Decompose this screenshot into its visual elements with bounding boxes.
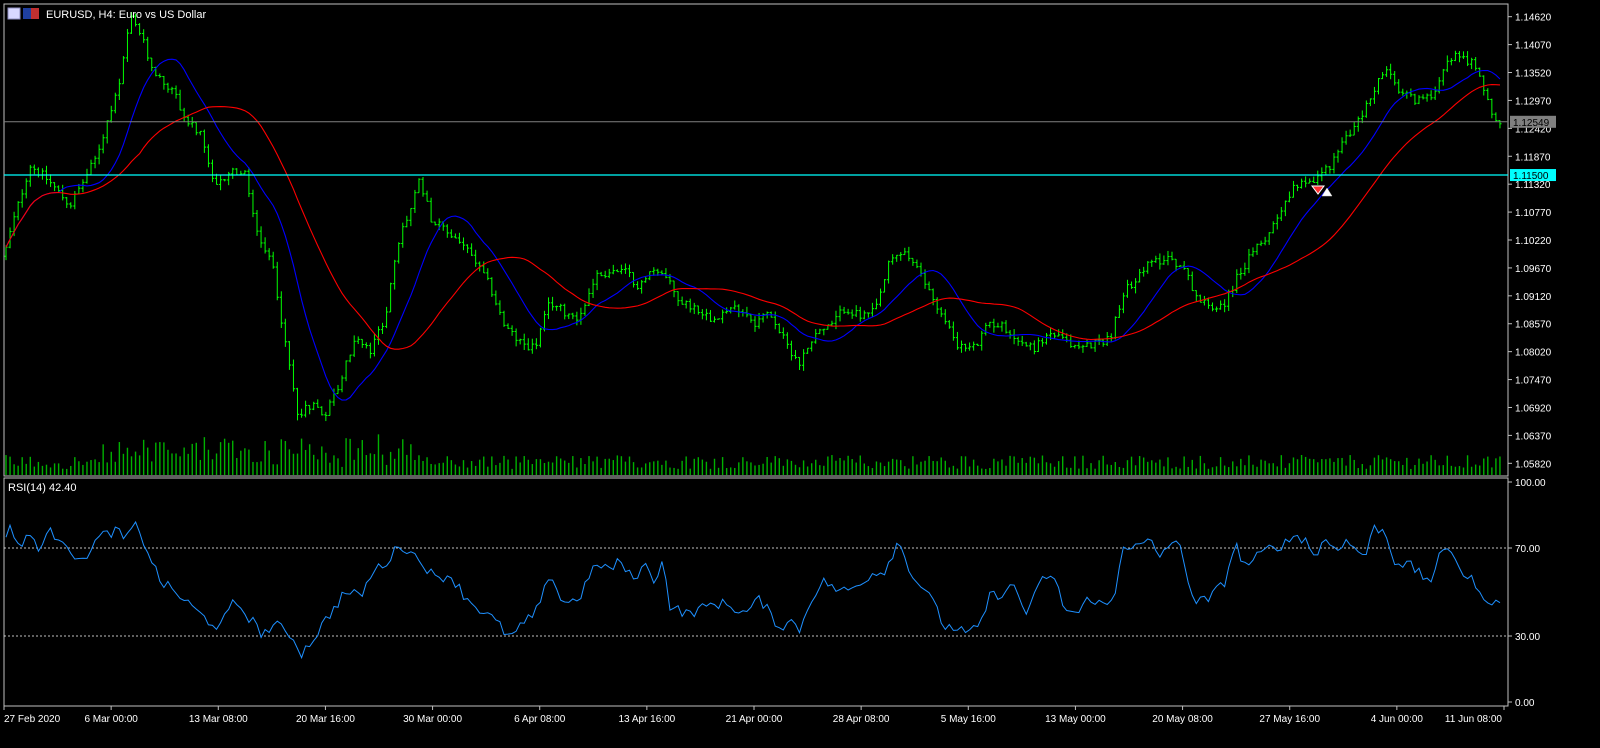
price-tick: 1.07470 xyxy=(1508,376,1552,387)
date-tick: 6 Apr 08:00 xyxy=(514,706,566,725)
price-tick-label: 1.10220 xyxy=(1515,236,1552,247)
date-tick: 27 May 16:00 xyxy=(1259,706,1320,725)
price-tick: 1.14070 xyxy=(1508,41,1552,52)
date-tick: 13 Apr 16:00 xyxy=(618,706,676,725)
date-tick-label: 27 May 16:00 xyxy=(1259,714,1320,725)
price-tick: 1.06920 xyxy=(1508,403,1552,414)
date-tick-label: 28 Apr 08:00 xyxy=(833,714,890,725)
support-level-tag: 1.11500 xyxy=(1510,169,1556,182)
price-tick-label: 1.05820 xyxy=(1515,459,1552,470)
date-tick-label: 20 Mar 16:00 xyxy=(296,714,355,725)
price-tick-label: 1.07470 xyxy=(1515,376,1552,387)
price-tick: 1.08020 xyxy=(1508,348,1552,359)
date-tick: 11 Jun 08:00 xyxy=(1445,706,1505,725)
price-tick-label: 1.14070 xyxy=(1515,41,1552,52)
date-tick: 13 May 00:00 xyxy=(1045,706,1106,725)
date-tick-label: 13 Apr 16:00 xyxy=(618,714,675,725)
price-tick-label: 1.09670 xyxy=(1515,264,1552,275)
current-price-tag: 1.12549 xyxy=(1510,115,1556,129)
price-tick-label: 1.10770 xyxy=(1515,208,1552,219)
rsi-tick-label: 70.00 xyxy=(1515,544,1540,555)
date-tick-label: 27 Feb 2020 xyxy=(4,714,61,725)
date-tick: 6 Mar 00:00 xyxy=(84,706,138,725)
svg-text:1.12549: 1.12549 xyxy=(1513,118,1550,129)
flag-us-icon xyxy=(31,8,39,19)
date-tick-label: 6 Mar 00:00 xyxy=(84,714,138,725)
date-tick: 5 May 16:00 xyxy=(941,706,996,725)
price-tick: 1.09120 xyxy=(1508,292,1552,303)
price-tick: 1.05820 xyxy=(1508,459,1552,470)
date-tick-label: 20 May 08:00 xyxy=(1152,714,1213,725)
rsi-tick-label: 30.00 xyxy=(1515,632,1540,643)
rsi-pane[interactable] xyxy=(3,477,1509,707)
svg-text:1.11500: 1.11500 xyxy=(1513,171,1549,182)
date-tick: 21 Apr 00:00 xyxy=(726,706,783,725)
price-tick: 1.10220 xyxy=(1508,236,1552,247)
date-tick: 30 Mar 00:00 xyxy=(403,706,462,725)
price-tick: 1.08570 xyxy=(1508,320,1552,331)
price-tick: 1.10770 xyxy=(1508,208,1552,219)
trading-chart-window[interactable]: 1.14620 1.14070 1.13520 1.12970 1.12420 1.118… xyxy=(0,0,1600,743)
rsi-header-label: RSI(14) 42.40 xyxy=(8,482,76,494)
rsi-tick: 0.00 xyxy=(1508,698,1535,709)
rsi-tick-label: 100.00 xyxy=(1515,478,1546,489)
window-menu-icon[interactable] xyxy=(7,7,21,20)
rsi-tick-label: 0.00 xyxy=(1515,698,1535,709)
price-tick: 1.09670 xyxy=(1508,264,1552,275)
date-tick: 13 Mar 08:00 xyxy=(189,706,248,725)
price-tick-label: 1.06920 xyxy=(1515,403,1552,414)
price-tick-label: 1.06370 xyxy=(1515,431,1552,442)
price-tick-label: 1.14620 xyxy=(1515,13,1552,24)
price-tick-label: 1.13520 xyxy=(1515,69,1552,80)
date-tick-label: 13 Mar 08:00 xyxy=(189,714,248,725)
date-tick-label: 13 May 00:00 xyxy=(1045,714,1106,725)
price-tick-label: 1.11870 xyxy=(1515,152,1551,163)
date-tick: 20 Mar 16:00 xyxy=(296,706,355,725)
rsi-tick: 70.00 xyxy=(1508,544,1540,555)
date-tick-label: 5 May 16:00 xyxy=(941,714,996,725)
price-tick-label: 1.12970 xyxy=(1515,96,1552,107)
price-tick: 1.14620 xyxy=(1508,13,1552,24)
date-tick-label: 11 Jun 08:00 xyxy=(1445,714,1503,725)
price-tick: 1.13520 xyxy=(1508,69,1552,80)
date-tick-label: 21 Apr 00:00 xyxy=(726,714,783,725)
chart-canvas[interactable]: 1.146201.140701.135201.129701.124201.118… xyxy=(0,0,1600,743)
price-tick: 1.11870 xyxy=(1508,152,1551,163)
date-tick-label: 4 Jun 00:00 xyxy=(1371,714,1424,725)
date-tick-label: 30 Mar 00:00 xyxy=(403,714,462,725)
flag-eu-icon xyxy=(23,8,31,19)
date-tick: 20 May 08:00 xyxy=(1152,706,1213,725)
date-tick: 4 Jun 00:00 xyxy=(1371,706,1424,725)
price-tick: 1.06370 xyxy=(1508,431,1552,442)
price-tick-label: 1.09120 xyxy=(1515,292,1552,303)
main-price-pane[interactable] xyxy=(3,3,1509,477)
rsi-tick: 100.00 xyxy=(1508,478,1546,489)
date-tick: 28 Apr 08:00 xyxy=(833,706,890,725)
price-tick-label: 1.08570 xyxy=(1515,320,1552,331)
price-tick-label: 1.08020 xyxy=(1515,348,1552,359)
rsi-tick: 30.00 xyxy=(1508,632,1540,643)
date-tick: 27 Feb 2020 xyxy=(3,706,61,725)
price-tick: 1.12970 xyxy=(1508,96,1552,107)
symbol-info: EURUSD, H4: Euro vs US Dollar xyxy=(46,9,206,21)
date-tick-label: 6 Apr 08:00 xyxy=(514,714,566,725)
